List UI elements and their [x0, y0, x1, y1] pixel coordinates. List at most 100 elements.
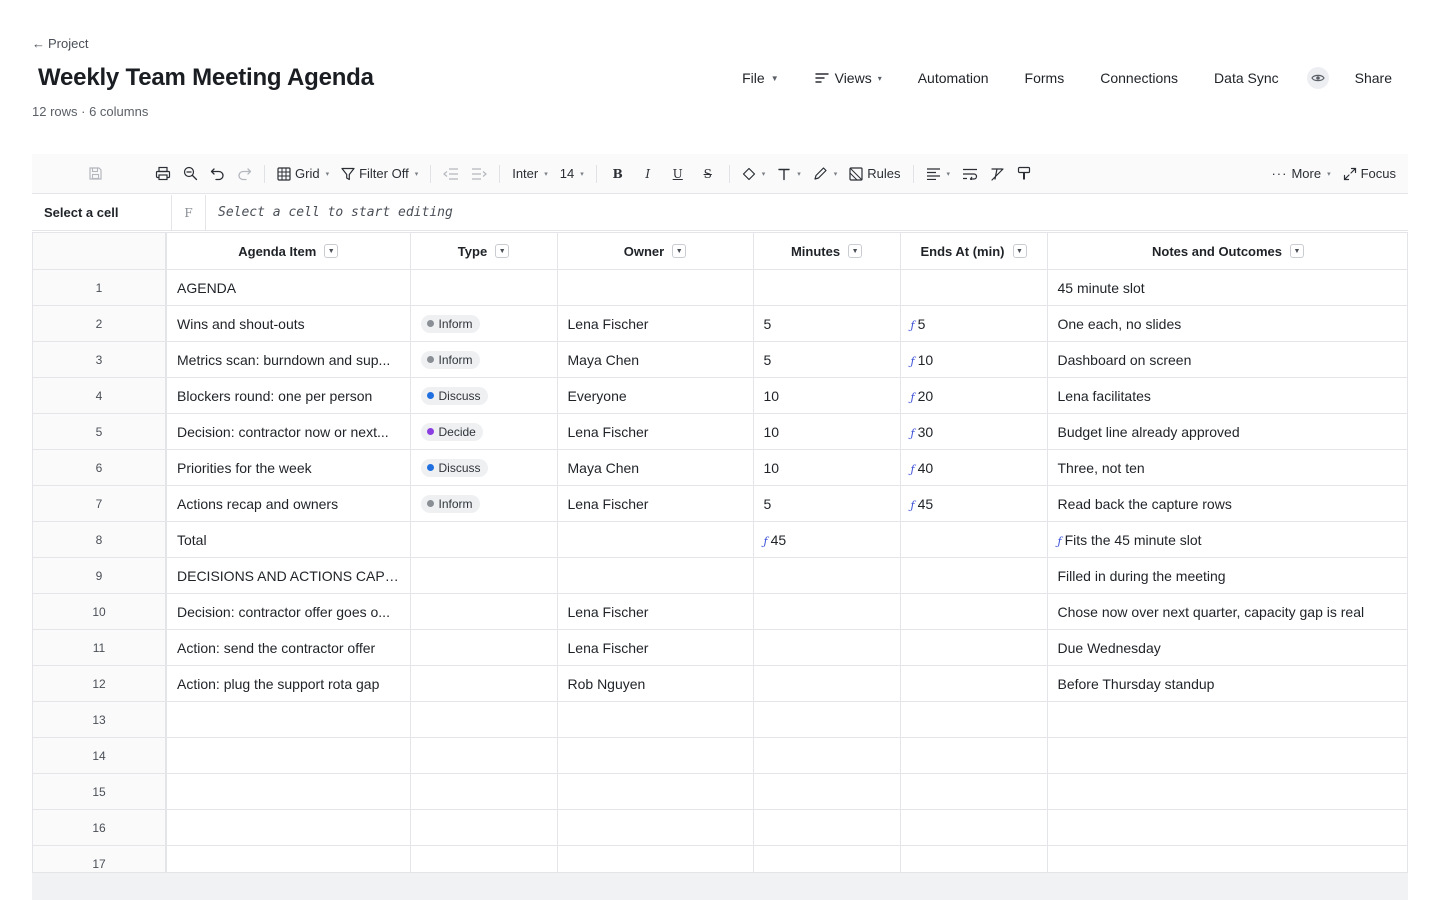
- notes-cell[interactable]: [1047, 737, 1407, 774]
- ends-at-cell[interactable]: [900, 737, 1048, 774]
- minutes-cell[interactable]: 10: [753, 377, 901, 414]
- column-header-ends-at[interactable]: Ends At (min) ▼: [900, 232, 1048, 270]
- minutes-cell[interactable]: [753, 845, 901, 872]
- notes-cell[interactable]: Filled in during the meeting: [1047, 557, 1407, 594]
- type-cell[interactable]: [410, 629, 558, 666]
- ends-at-cell[interactable]: [900, 269, 1048, 306]
- notes-cell[interactable]: Lena facilitates: [1047, 377, 1407, 414]
- strikethrough-button[interactable]: S: [693, 160, 723, 188]
- notes-cell[interactable]: [1047, 773, 1407, 810]
- type-cell[interactable]: [410, 809, 558, 846]
- owner-cell[interactable]: [557, 845, 754, 872]
- ends-at-cell[interactable]: ƒ 30: [900, 413, 1048, 450]
- minutes-cell[interactable]: [753, 269, 901, 306]
- font-family-select[interactable]: Inter ▾: [506, 160, 554, 188]
- owner-cell[interactable]: [557, 737, 754, 774]
- type-cell[interactable]: Decide: [410, 413, 558, 450]
- type-cell[interactable]: [410, 737, 558, 774]
- align-button[interactable]: ▾: [920, 160, 957, 188]
- row-number[interactable]: 9: [33, 557, 167, 594]
- agenda-item-cell[interactable]: Priorities for the week: [166, 449, 411, 486]
- row-number[interactable]: 15: [33, 773, 167, 810]
- row-number[interactable]: 5: [33, 413, 167, 450]
- row-number[interactable]: 8: [33, 521, 167, 558]
- owner-cell[interactable]: Lena Fischer: [557, 593, 754, 630]
- agenda-item-cell[interactable]: Action: plug the support rota gap: [166, 665, 411, 702]
- ends-at-cell[interactable]: ƒ5: [900, 305, 1048, 342]
- type-cell[interactable]: [410, 701, 558, 738]
- grid-view-button[interactable]: Grid ▾: [271, 160, 335, 188]
- column-menu-icon[interactable]: ▼: [324, 244, 339, 258]
- agenda-item-cell[interactable]: Metrics scan: burndown and sup...: [166, 341, 411, 378]
- agenda-item-cell[interactable]: [166, 845, 411, 872]
- row-number[interactable]: 10: [33, 593, 167, 630]
- notes-cell[interactable]: [1047, 809, 1407, 846]
- type-cell[interactable]: [410, 521, 558, 558]
- connections-link[interactable]: Connections: [1100, 70, 1178, 86]
- save-button[interactable]: [82, 160, 109, 188]
- row-number[interactable]: 16: [33, 809, 167, 846]
- rules-button[interactable]: Rules: [843, 160, 906, 188]
- minutes-cell[interactable]: [753, 809, 901, 846]
- ends-at-cell[interactable]: [900, 521, 1048, 558]
- minutes-cell[interactable]: [753, 701, 901, 738]
- type-cell[interactable]: [410, 269, 558, 306]
- notes-cell[interactable]: One each, no slides: [1047, 305, 1407, 342]
- column-header-owner[interactable]: Owner ▼: [557, 232, 754, 270]
- minutes-cell[interactable]: [753, 665, 901, 702]
- owner-cell[interactable]: [557, 557, 754, 594]
- ends-at-cell[interactable]: [900, 701, 1048, 738]
- owner-cell[interactable]: Rob Nguyen: [557, 665, 754, 702]
- file-menu[interactable]: File ▼: [742, 70, 778, 86]
- minutes-cell[interactable]: 5: [753, 305, 901, 342]
- row-number[interactable]: 2: [33, 305, 167, 342]
- share-button[interactable]: Share: [1355, 70, 1392, 86]
- ends-at-cell[interactable]: ƒ 45: [900, 485, 1048, 522]
- row-number[interactable]: 14: [33, 737, 167, 774]
- agenda-item-cell[interactable]: AGENDA: [166, 269, 411, 306]
- owner-cell[interactable]: Lena Fischer: [557, 629, 754, 666]
- minutes-cell[interactable]: 10: [753, 449, 901, 486]
- column-header-minutes[interactable]: Minutes ▼: [753, 232, 901, 270]
- notes-cell[interactable]: Due Wednesday: [1047, 629, 1407, 666]
- column-header-agenda-item[interactable]: Agenda Item ▼: [166, 232, 411, 270]
- font-size-select[interactable]: 14 ▾: [554, 160, 590, 188]
- cell-reference[interactable]: Select a cell: [32, 195, 172, 230]
- notes-cell[interactable]: [1047, 701, 1407, 738]
- owner-cell[interactable]: [557, 701, 754, 738]
- notes-cell[interactable]: Before Thursday standup: [1047, 665, 1407, 702]
- agenda-item-cell[interactable]: DECISIONS AND ACTIONS CAPT...: [166, 557, 411, 594]
- ends-at-cell[interactable]: [900, 665, 1048, 702]
- outdent-button[interactable]: [437, 160, 465, 188]
- print-button[interactable]: [149, 160, 177, 188]
- type-cell[interactable]: Inform: [410, 341, 558, 378]
- minutes-cell[interactable]: [753, 629, 901, 666]
- agenda-item-cell[interactable]: [166, 773, 411, 810]
- type-cell[interactable]: [410, 665, 558, 702]
- eye-icon[interactable]: [1306, 67, 1329, 89]
- more-button[interactable]: ··· More ▾: [1265, 160, 1336, 188]
- italic-button[interactable]: I: [633, 160, 663, 188]
- agenda-item-cell[interactable]: [166, 809, 411, 846]
- focus-button[interactable]: Focus: [1337, 160, 1402, 188]
- ends-at-cell[interactable]: ƒ 40: [900, 449, 1048, 486]
- minutes-cell[interactable]: [753, 737, 901, 774]
- data-sync-link[interactable]: Data Sync: [1214, 70, 1279, 86]
- owner-cell[interactable]: Lena Fischer: [557, 413, 754, 450]
- row-number[interactable]: 13: [33, 701, 167, 738]
- owner-cell[interactable]: [557, 773, 754, 810]
- owner-cell[interactable]: [557, 521, 754, 558]
- ends-at-cell[interactable]: [900, 629, 1048, 666]
- column-menu-icon[interactable]: ▼: [495, 244, 510, 258]
- border-color-button[interactable]: ▾: [807, 160, 844, 188]
- minutes-cell[interactable]: [753, 593, 901, 630]
- notes-cell[interactable]: Read back the capture rows: [1047, 485, 1407, 522]
- type-cell[interactable]: Discuss: [410, 449, 558, 486]
- redo-button[interactable]: [231, 160, 258, 188]
- type-cell[interactable]: [410, 557, 558, 594]
- agenda-item-cell[interactable]: Action: send the contractor offer: [166, 629, 411, 666]
- notes-cell[interactable]: Chose now over next quarter, capacity ga…: [1047, 593, 1407, 630]
- minutes-cell[interactable]: [753, 557, 901, 594]
- notes-cell[interactable]: [1047, 845, 1407, 872]
- ends-at-cell[interactable]: [900, 773, 1048, 810]
